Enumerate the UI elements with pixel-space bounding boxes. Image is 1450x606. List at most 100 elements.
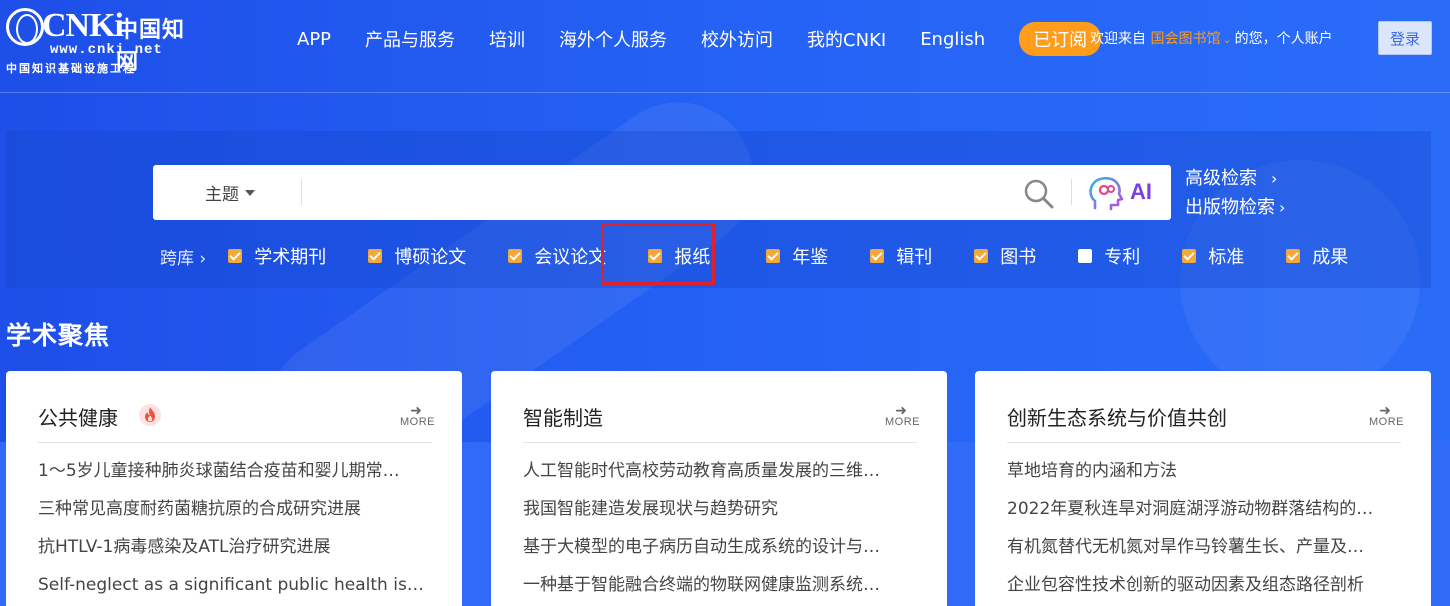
card-header: 创新生态系统与价值共创 ➜ MORE (975, 371, 1431, 442)
library-selector[interactable]: 国会图书馆 (1150, 31, 1220, 47)
more-link[interactable]: ➜ MORE (1369, 402, 1404, 428)
more-link[interactable]: ➜ MORE (885, 402, 920, 428)
checkbox[interactable] (1078, 249, 1093, 263)
divider (523, 442, 917, 443)
ai-label[interactable]: AI (1130, 179, 1152, 205)
search-box: 主题 AI (153, 165, 1171, 220)
chevron-down-icon[interactable]: ⌄ (1222, 33, 1231, 46)
header: CNKi 中国知网 www.cnki.net 中国知识基础设施工程 APP 产品… (0, 0, 1450, 93)
article-link[interactable]: 我国智能建造发展现状与趋势研究 (523, 496, 915, 534)
checkbox[interactable] (648, 249, 663, 263)
checkbox[interactable] (508, 249, 523, 263)
search-input[interactable] (313, 175, 1013, 210)
globe-icon (6, 8, 44, 46)
nav-english[interactable]: English (920, 29, 985, 50)
welcome-prefix: 欢迎来自 (1090, 31, 1146, 47)
ai-head-icon[interactable] (1087, 175, 1127, 211)
nav-products[interactable]: 产品与服务 (365, 26, 455, 52)
logo-tagline: 中国知识基础设施工程 (6, 62, 136, 75)
cross-db-toggle[interactable]: 跨库 › (160, 244, 206, 269)
scope-newspapers[interactable]: 报纸 (648, 243, 710, 269)
checkbox[interactable] (870, 249, 885, 263)
publication-search-label: 出版物检索 (1185, 197, 1275, 218)
scope-label: 图书 (1000, 247, 1037, 268)
advanced-search-label: 高级检索 (1185, 168, 1257, 189)
card-header: 公共健康 ➜ MORE (6, 371, 462, 442)
search-icon[interactable] (1023, 178, 1055, 210)
login-button[interactable]: 登录 (1378, 21, 1432, 55)
cnki-logo[interactable]: CNKi 中国知网 www.cnki.net 中国知识基础设施工程 (6, 6, 196, 75)
scope-label: 年鉴 (792, 247, 829, 268)
checkbox[interactable] (766, 249, 781, 263)
nav-my-cnki[interactable]: 我的CNKI (807, 26, 886, 52)
scope-achievements[interactable]: 成果 (1286, 243, 1348, 269)
caret-down-icon (245, 189, 255, 196)
arrow-right-icon: ➜ (410, 402, 422, 418)
divider (1007, 442, 1401, 443)
search-field-label: 主题 (205, 185, 239, 205)
scope-standards[interactable]: 标准 (1182, 243, 1244, 269)
subscribed-button[interactable]: 已订阅 (1019, 22, 1102, 56)
search-field-select[interactable]: 主题 (205, 165, 255, 220)
article-link[interactable]: 2022年夏秋连旱对洞庭湖浮游动物群落结构的… (1007, 496, 1399, 534)
top-nav: APP 产品与服务 培训 海外个人服务 校外访问 我的CNKI English … (297, 22, 1133, 56)
logo-brand: CNKi (42, 7, 124, 44)
checkbox[interactable] (1286, 249, 1301, 263)
scope-conference[interactable]: 会议论文 (508, 243, 606, 269)
logo-url: www.cnki.net (50, 42, 163, 58)
divider (38, 442, 432, 443)
article-link[interactable]: 基于大模型的电子病历自动生成系统的设计与… (523, 534, 915, 572)
scope-label: 专利 (1104, 247, 1141, 268)
article-link[interactable]: 草地培育的内涵和方法 (1007, 458, 1399, 496)
scope-theses[interactable]: 博硕论文 (368, 243, 466, 269)
divider (1071, 179, 1072, 205)
article-link[interactable]: 抗HTLV-1病毒感染及ATL治疗研究进展 (38, 534, 430, 572)
card-title[interactable]: 公共健康 (38, 402, 118, 431)
article-link[interactable]: 有机氮替代无机氮对旱作马铃薯生长、产量及… (1007, 534, 1399, 572)
scope-label: 会议论文 (534, 247, 607, 268)
article-list: 人工智能时代高校劳动教育高质量发展的三维… 我国智能建造发展现状与趋势研究 基于… (523, 458, 915, 606)
scope-label: 成果 (1312, 247, 1349, 268)
arrow-right-icon: ➜ (1379, 402, 1391, 418)
nav-offcampus[interactable]: 校外访问 (701, 26, 773, 52)
advanced-search-link[interactable]: 高级检索 › (1185, 164, 1285, 193)
nav-app[interactable]: APP (297, 29, 331, 50)
article-link[interactable]: Self-neglect as a significant public hea… (38, 572, 430, 606)
fire-icon (139, 404, 161, 426)
cross-db-label: 跨库 (160, 248, 194, 269)
article-link[interactable]: 三种常见高度耐药菌糖抗原的合成研究进展 (38, 496, 430, 534)
article-link[interactable]: 1～5岁儿童接种肺炎球菌结合疫苗和婴儿期常… (38, 458, 430, 496)
section-title: 学术聚焦 (6, 321, 111, 350)
article-list: 1～5岁儿童接种肺炎球菌结合疫苗和婴儿期常… 三种常见高度耐药菌糖抗原的合成研究… (38, 458, 430, 606)
card-title[interactable]: 创新生态系统与价值共创 (1007, 402, 1227, 431)
article-list: 草地培育的内涵和方法 2022年夏秋连旱对洞庭湖浮游动物群落结构的… 有机氮替代… (1007, 458, 1399, 606)
nav-training[interactable]: 培训 (489, 26, 525, 52)
publication-search-link[interactable]: 出版物检索 › (1185, 193, 1285, 222)
scope-label: 博硕论文 (394, 247, 467, 268)
article-link[interactable]: 人工智能时代高校劳动教育高质量发展的三维… (523, 458, 915, 496)
card-title[interactable]: 智能制造 (523, 402, 603, 431)
article-link[interactable]: 企业包容性技术创新的驱动因素及组态路径剖析 (1007, 572, 1399, 606)
checkbox[interactable] (228, 249, 243, 263)
arrow-right-icon: ➜ (895, 402, 907, 418)
nav-overseas[interactable]: 海外个人服务 (559, 26, 667, 52)
card-header: 智能制造 ➜ MORE (491, 371, 947, 442)
scope-label: 报纸 (674, 247, 711, 268)
scope-patents[interactable]: 专利 (1078, 243, 1140, 269)
chevron-right-icon: › (1279, 198, 1286, 217)
more-link[interactable]: ➜ MORE (400, 402, 435, 428)
checkbox[interactable] (974, 249, 989, 263)
scope-books[interactable]: 图书 (974, 243, 1036, 269)
article-link[interactable]: 一种基于智能融合终端的物联网健康监测系统… (523, 572, 915, 606)
checkbox[interactable] (368, 249, 383, 263)
scope-yearbooks[interactable]: 年鉴 (766, 243, 828, 269)
scope-journals[interactable]: 学术期刊 (228, 243, 326, 269)
checkbox[interactable] (1182, 249, 1197, 263)
welcome-text: 欢迎来自 国会图书馆 ⌄ 的您，个人账户 (1090, 28, 1333, 48)
welcome-suffix: 的您，个人账户 (1234, 31, 1333, 47)
scope-label: 学术期刊 (254, 247, 327, 268)
scope-collections[interactable]: 辑刊 (870, 243, 932, 269)
advanced-links: 高级检索 › 出版物检索 › (1185, 164, 1285, 222)
chevron-right-icon: › (1271, 169, 1278, 188)
database-scope-row: 跨库 › 学术期刊 博硕论文 会议论文 报纸 年鉴 辑刊 图书 专利 标准 成果 (160, 242, 1348, 270)
